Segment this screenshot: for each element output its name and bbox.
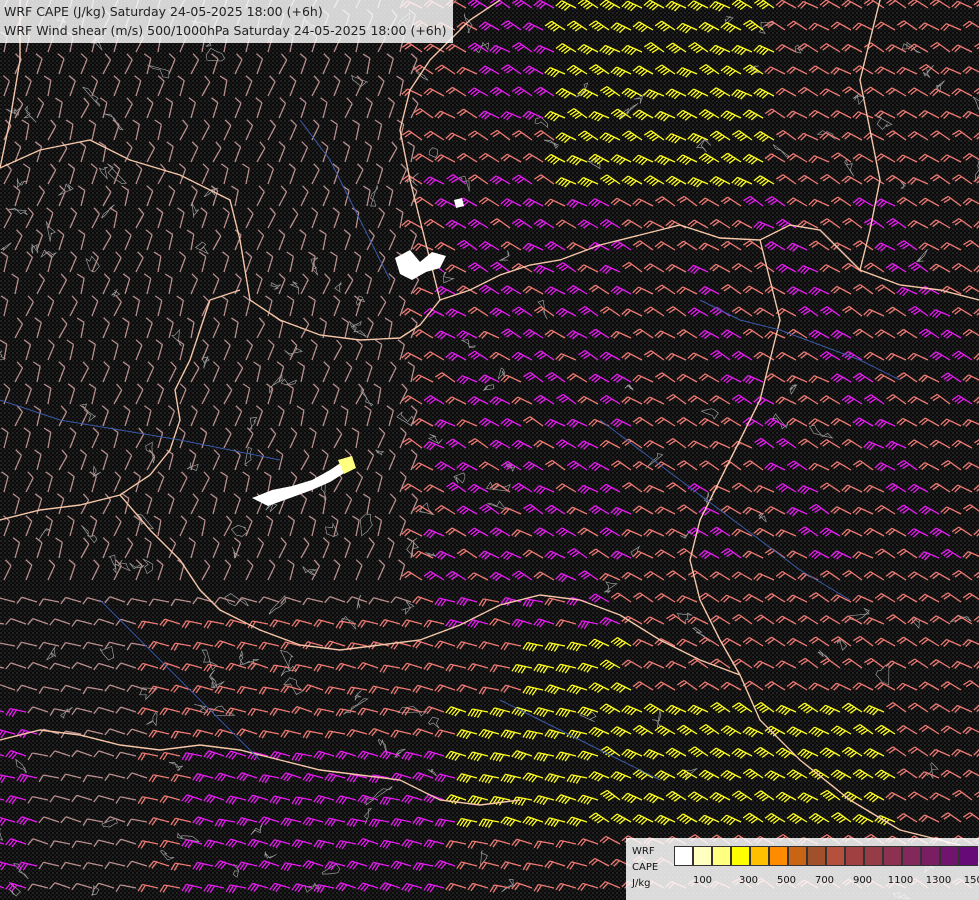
map-title-box: WRF CAPE (J/kg) Saturday 24-05-2025 18:0… [0,0,453,43]
legend-swatch [921,846,940,866]
legend-swatch [750,846,769,866]
legend-tick-label: 1500 [963,875,979,886]
legend-swatch [826,846,845,866]
map-background [0,0,979,900]
cape-legend: WRF CAPE J/kg 100 300 500 700 900 1100 1300 150… [626,838,979,900]
title-wind-shear: WRF Wind shear (m/s) 500/1000hPa Saturda… [4,23,447,38]
legend-unit-label: J/kg [632,878,651,889]
title-cape: WRF CAPE (J/kg) Saturday 24-05-2025 18:0… [4,4,323,19]
legend-swatch [712,846,731,866]
legend-swatch [788,846,807,866]
legend-model-label: WRF [632,846,655,857]
legend-swatch [731,846,750,866]
legend-swatch [940,846,959,866]
legend-tick-label: 1100 [887,875,914,886]
legend-swatch [845,846,864,866]
legend-swatch [693,846,712,866]
legend-swatch [864,846,883,866]
legend-tick-label: 500 [776,875,797,886]
legend-swatch [674,846,693,866]
legend-field-label: CAPE [632,862,659,873]
legend-swatch [959,846,978,866]
legend-tick-label: 700 [814,875,835,886]
legend-swatch [883,846,902,866]
legend-swatch [902,846,921,866]
legend-tick-label: 1300 [925,875,952,886]
weather-map [0,0,979,900]
legend-swatch [769,846,788,866]
legend-tick-label: 100 [692,875,713,886]
legend-tick-label: 900 [852,875,873,886]
legend-swatch [807,846,826,866]
legend-tick-label: 300 [738,875,759,886]
